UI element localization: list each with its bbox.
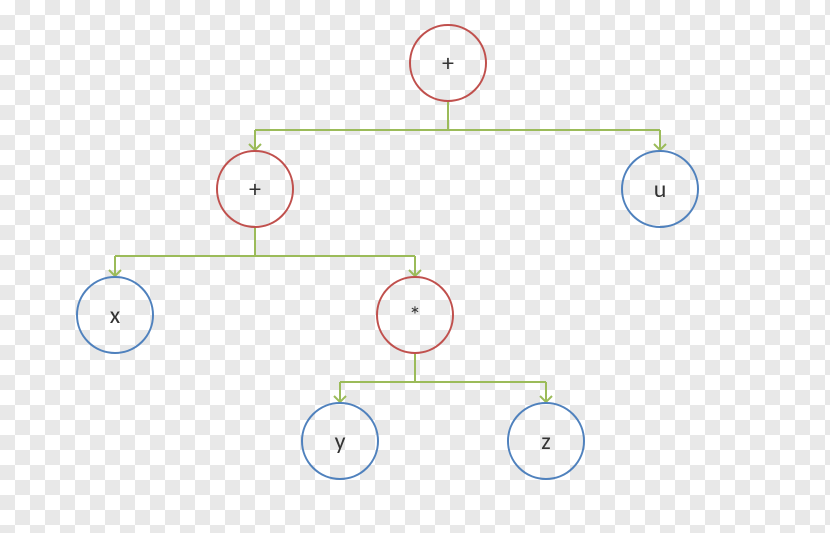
node-z: z [507, 402, 585, 480]
node-label: u [654, 175, 667, 204]
node-label: * [409, 301, 421, 330]
node-mul: * [376, 276, 454, 354]
node-left: + [216, 150, 294, 228]
node-y: y [301, 402, 379, 480]
node-label: z [541, 427, 550, 456]
node-label: x [110, 301, 120, 330]
node-root: + [409, 24, 487, 102]
node-label: + [249, 175, 261, 204]
node-label: y [335, 427, 346, 456]
node-right: u [621, 150, 699, 228]
node-x: x [76, 276, 154, 354]
node-label: + [442, 49, 454, 78]
